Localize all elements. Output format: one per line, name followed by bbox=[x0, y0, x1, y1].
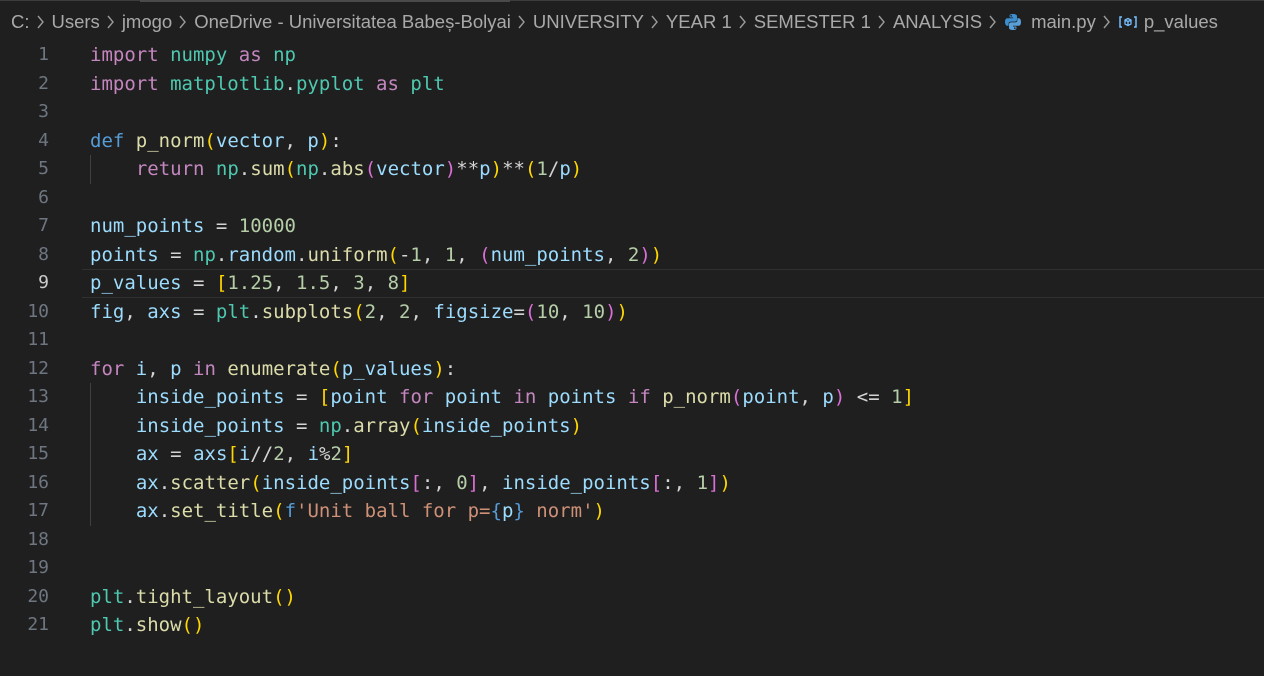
breadcrumb-item-university[interactable]: UNIVERSITY bbox=[533, 11, 644, 33]
line-number[interactable]: 15 bbox=[0, 440, 49, 469]
chevron-right-icon bbox=[1102, 15, 1111, 29]
code-text[interactable]: ax.set_title(f'Unit ball for p={p} norm'… bbox=[90, 497, 605, 526]
code-text[interactable]: return np.sum(np.abs(vector)**p)**(1/p) bbox=[90, 155, 582, 184]
breadcrumb-item-drive[interactable]: C: bbox=[11, 11, 30, 33]
code-line[interactable]: 5 return np.sum(np.abs(vector)**p)**(1/p… bbox=[0, 155, 1264, 184]
line-number[interactable]: 6 bbox=[0, 184, 49, 213]
chevron-right-icon bbox=[36, 15, 45, 29]
code-text[interactable]: def p_norm(vector, p): bbox=[90, 127, 342, 156]
code-line[interactable]: 19 bbox=[0, 554, 1264, 583]
code-line[interactable]: 7 num_points = 10000 bbox=[0, 212, 1264, 241]
line-number[interactable]: 18 bbox=[0, 526, 49, 555]
breadcrumb: C: Users jmogo OneDrive - Universitatea … bbox=[0, 0, 1264, 44]
code-line[interactable]: 4 def p_norm(vector, p): bbox=[0, 127, 1264, 156]
code-text[interactable]: ax = axs[i//2, i%2] bbox=[90, 440, 354, 469]
breadcrumb-item-users[interactable]: Users bbox=[52, 11, 100, 33]
code-text[interactable]: num_points = 10000 bbox=[90, 212, 296, 241]
code-line[interactable]: 6 bbox=[0, 184, 1264, 213]
code-line[interactable]: 21 plt.show() bbox=[0, 611, 1264, 640]
code-text[interactable]: inside_points = np.array(inside_points) bbox=[90, 412, 582, 441]
code-line[interactable]: 13 inside_points = [point for point in p… bbox=[0, 383, 1264, 412]
line-number[interactable]: 14 bbox=[0, 412, 49, 441]
code-line[interactable]: 8 points = np.random.uniform(-1, 1, (num_… bbox=[0, 241, 1264, 270]
code-line[interactable]: 10 fig, axs = plt.subplots(2, 2, figsize=… bbox=[0, 298, 1264, 327]
variable-symbol-icon bbox=[1118, 14, 1138, 30]
code-line[interactable]: 16 ax.scatter(inside_points[:, 0], insid… bbox=[0, 468, 1264, 498]
breadcrumb-item-year[interactable]: YEAR 1 bbox=[666, 11, 732, 33]
code-line[interactable]: 2 import matplotlib.pyplot as plt bbox=[0, 70, 1264, 99]
code-text[interactable]: plt.tight_layout() bbox=[90, 583, 296, 612]
code-line[interactable]: 9 p_values = [1.25, 1.5, 3, 8] bbox=[0, 269, 1264, 298]
code-line[interactable]: 12 for i, p in enumerate(p_values): bbox=[0, 355, 1264, 384]
code-text[interactable]: points = np.random.uniform(-1, 1, (num_p… bbox=[90, 241, 662, 270]
line-number[interactable]: 5 bbox=[0, 155, 49, 184]
chevron-right-icon bbox=[517, 15, 526, 29]
code-text[interactable]: inside_points = [point for point in poin… bbox=[90, 383, 914, 412]
code-line[interactable]: 11 bbox=[0, 326, 1264, 355]
code-line[interactable]: 14 inside_points = np.array(inside_point… bbox=[0, 411, 1264, 441]
line-number[interactable]: 10 bbox=[0, 298, 49, 327]
code-text[interactable]: import numpy as np bbox=[90, 41, 296, 70]
breadcrumb-item-analysis[interactable]: ANALYSIS bbox=[893, 11, 982, 33]
code-text[interactable]: for i, p in enumerate(p_values): bbox=[90, 355, 456, 384]
code-text[interactable]: fig, axs = plt.subplots(2, 2, figsize=(1… bbox=[90, 298, 628, 327]
code-line[interactable]: 20 plt.tight_layout() bbox=[0, 583, 1264, 612]
code-line[interactable]: 3 bbox=[0, 98, 1264, 127]
line-number[interactable]: 8 bbox=[0, 241, 49, 270]
breadcrumb-symbol[interactable]: p_values bbox=[1144, 11, 1218, 33]
line-number[interactable]: 3 bbox=[0, 98, 49, 127]
code-text[interactable]: import matplotlib.pyplot as plt bbox=[90, 70, 445, 99]
chevron-right-icon bbox=[106, 15, 115, 29]
line-number[interactable]: 7 bbox=[0, 212, 49, 241]
python-icon bbox=[1004, 13, 1022, 31]
breadcrumb-item-user[interactable]: jmogo bbox=[122, 11, 172, 33]
line-number[interactable]: 2 bbox=[0, 70, 49, 99]
line-number[interactable]: 4 bbox=[0, 127, 49, 156]
code-line[interactable]: 18 bbox=[0, 526, 1264, 555]
code-text[interactable]: p_values = [1.25, 1.5, 3, 8] bbox=[90, 269, 411, 298]
breadcrumb-file[interactable]: main.py bbox=[1031, 11, 1096, 33]
chevron-right-icon bbox=[877, 15, 886, 29]
code-line[interactable]: 17 ax.set_title(f'Unit ball for p={p} no… bbox=[0, 497, 1264, 526]
breadcrumb-item-onedrive[interactable]: OneDrive - Universitatea Babeș-Bolyai bbox=[194, 11, 511, 33]
line-number[interactable]: 11 bbox=[0, 326, 49, 355]
breadcrumb-item-semester[interactable]: SEMESTER 1 bbox=[754, 11, 871, 33]
line-number[interactable]: 21 bbox=[0, 611, 49, 640]
chevron-right-icon bbox=[178, 15, 187, 29]
line-number[interactable]: 20 bbox=[0, 583, 49, 612]
code-editor[interactable]: 1 import numpy as np 2 import matplotlib.py… bbox=[0, 40, 1264, 676]
code-line[interactable]: 15 ax = axs[i//2, i%2] bbox=[0, 440, 1264, 469]
chevron-right-icon bbox=[738, 15, 747, 29]
code-line[interactable]: 1 import numpy as np bbox=[0, 41, 1264, 70]
line-number[interactable]: 17 bbox=[0, 497, 49, 526]
line-number[interactable]: 19 bbox=[0, 554, 49, 583]
code-text[interactable]: ax.scatter(inside_points[:, 0], inside_p… bbox=[90, 469, 731, 498]
line-number[interactable]: 13 bbox=[0, 383, 49, 412]
line-number[interactable]: 12 bbox=[0, 355, 49, 384]
chevron-right-icon bbox=[650, 15, 659, 29]
code-text[interactable]: plt.show() bbox=[90, 611, 204, 640]
line-number[interactable]: 1 bbox=[0, 41, 49, 70]
chevron-right-icon bbox=[988, 15, 997, 29]
line-number[interactable]: 9 bbox=[0, 269, 49, 298]
line-number[interactable]: 16 bbox=[0, 469, 49, 498]
